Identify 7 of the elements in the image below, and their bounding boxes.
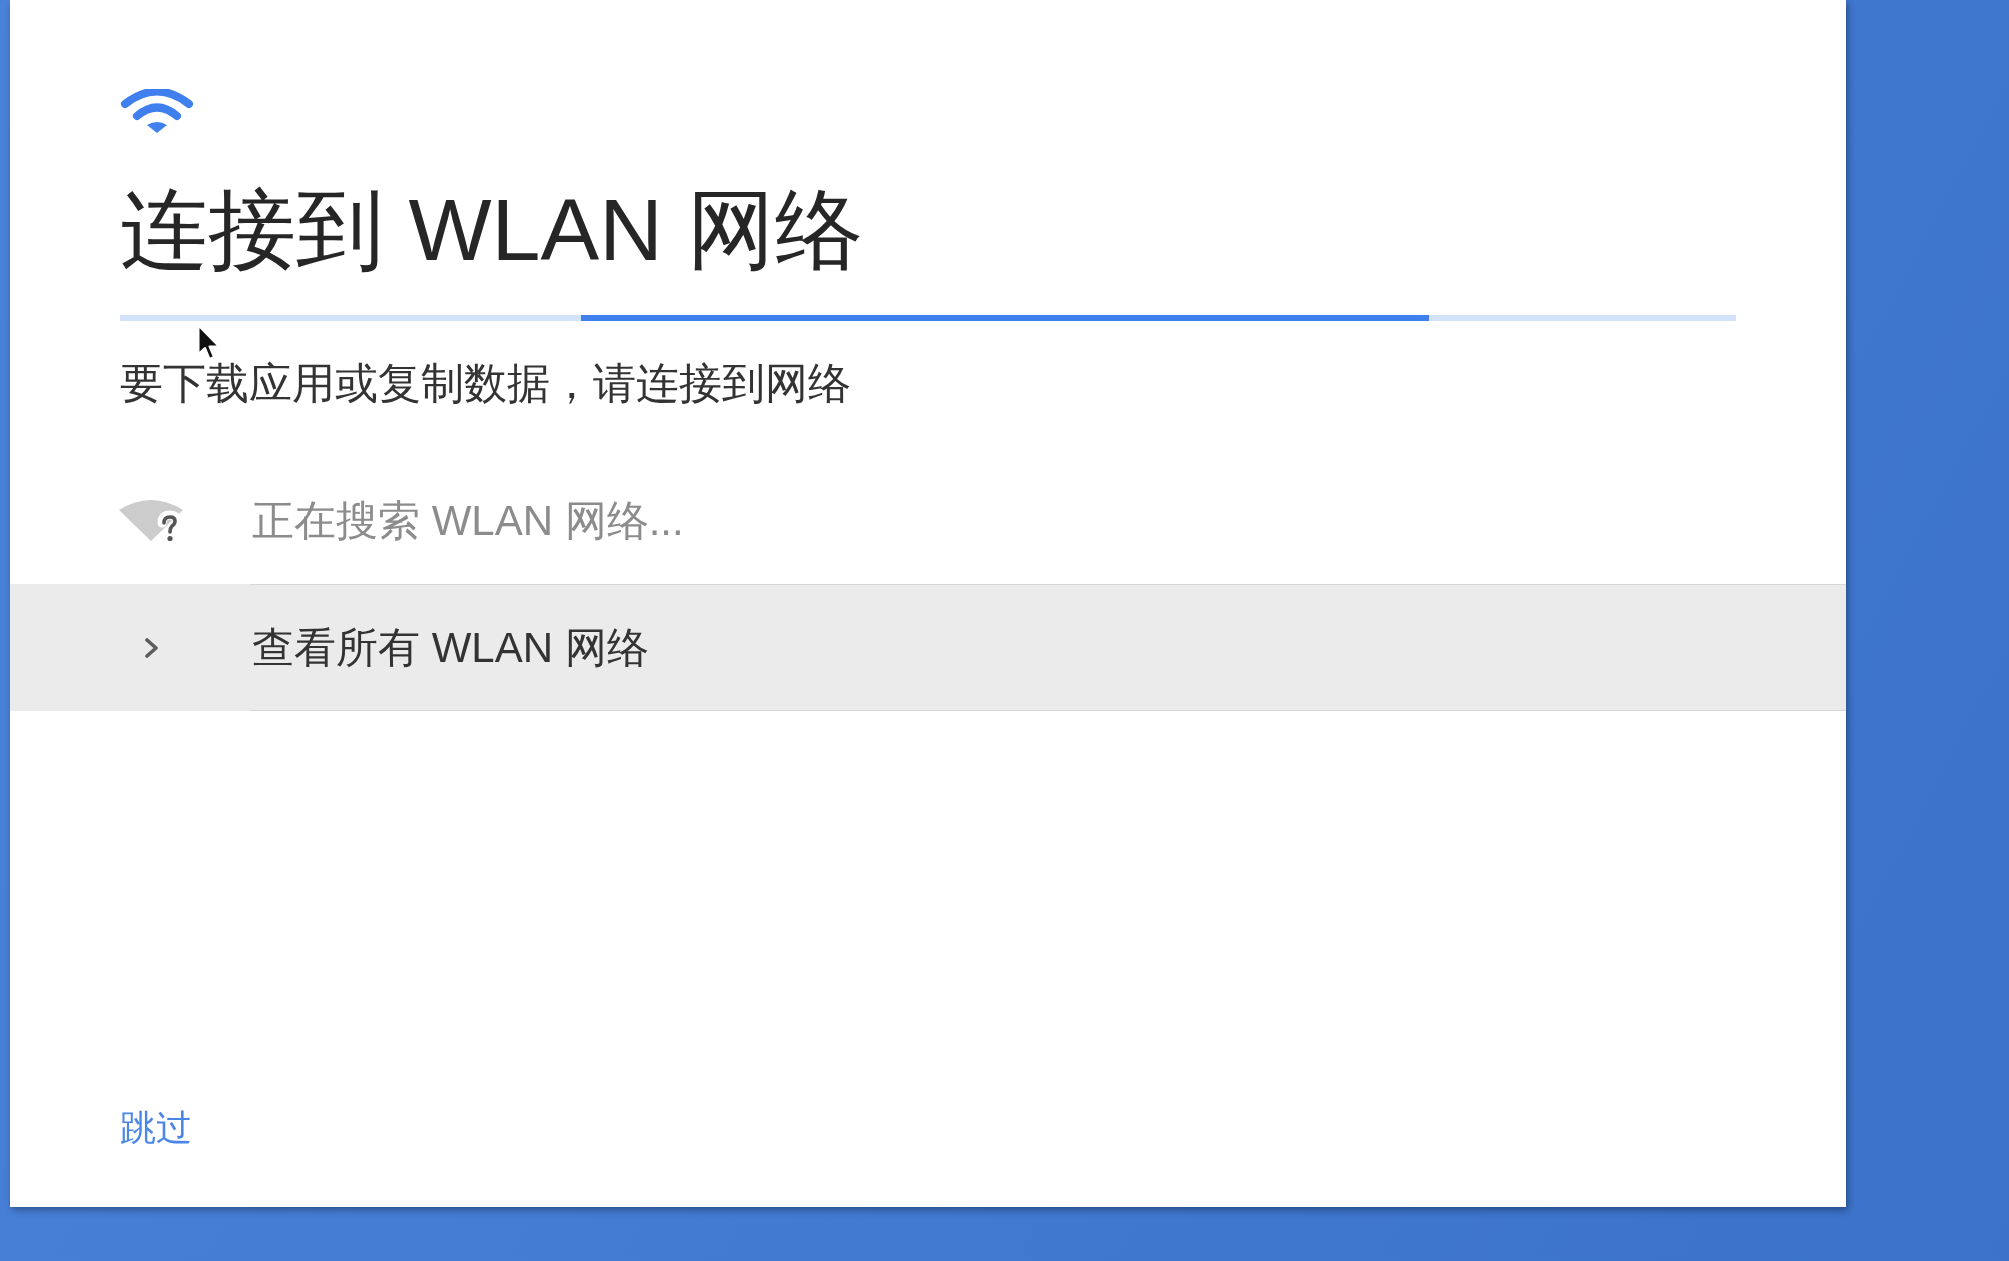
page-title: 连接到 WLAN 网络 — [120, 185, 864, 274]
list-item[interactable]: 查看所有 WLAN 网络 — [10, 584, 1846, 711]
skip-link[interactable]: 跳过 — [120, 1109, 192, 1146]
wifi-icon — [120, 89, 194, 133]
searching-status-text: 正在搜索 WLAN 网络... — [252, 499, 684, 542]
page-subtitle: 要下载应用或复制数据，请连接到网络 — [120, 361, 851, 405]
wifi-question-icon — [118, 499, 185, 542]
